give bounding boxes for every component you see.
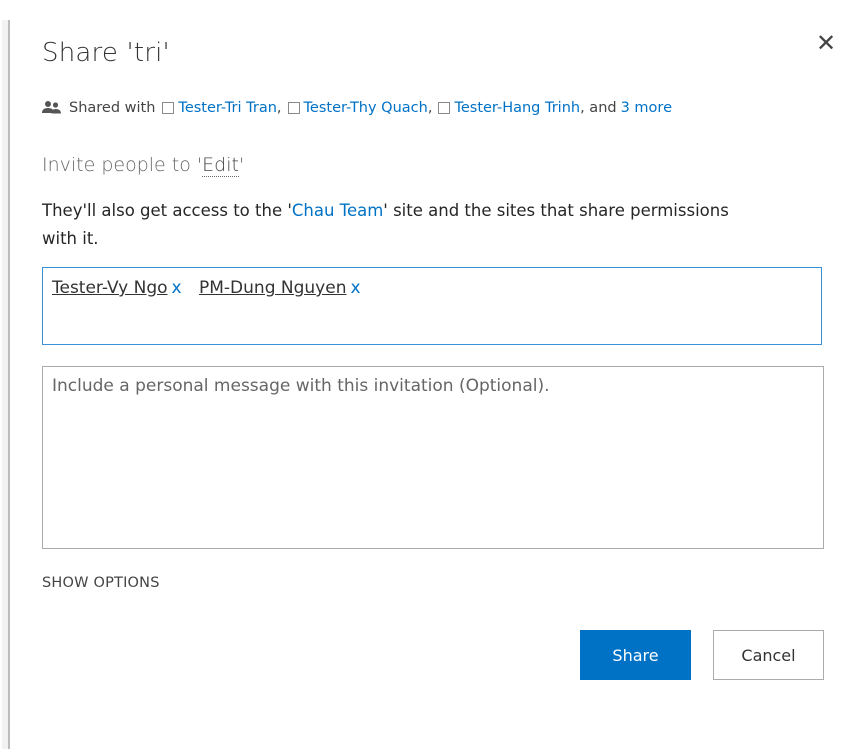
person-chip: PM-Dung Nguyen x xyxy=(199,278,361,298)
person-chip-name[interactable]: Tester-Vy Ngo xyxy=(52,278,168,298)
permission-dropdown[interactable]: Edit xyxy=(202,154,239,177)
shared-with-label: Shared with xyxy=(69,100,156,116)
dialog-title: Share 'tri' xyxy=(42,38,170,68)
invite-suffix: ' xyxy=(238,154,245,176)
remove-person-icon[interactable]: x xyxy=(350,278,360,298)
person-chip-name[interactable]: PM-Dung Nguyen xyxy=(199,278,346,298)
separator: , and xyxy=(580,100,617,116)
separator: , xyxy=(276,100,282,116)
site-link[interactable]: Chau Team xyxy=(292,201,383,220)
personal-message-input[interactable] xyxy=(42,366,824,549)
people-picker-input[interactable]: Tester-Vy Ngo x PM-Dung Nguyen x xyxy=(42,267,822,345)
person-checkbox[interactable] xyxy=(162,102,175,114)
more-people-link[interactable]: 3 more xyxy=(621,100,672,116)
access-note-before: They'll also get access to the ' xyxy=(42,201,292,220)
separator: , xyxy=(427,100,433,116)
person-checkbox[interactable] xyxy=(438,102,451,114)
shared-person-link[interactable]: Tester-Thy Quach xyxy=(304,100,428,116)
invite-prefix: Invite people to ' xyxy=(42,154,203,176)
window-edge xyxy=(2,20,10,749)
share-dialog: Share 'tri' ✕ Shared with Tester-Tri Tra… xyxy=(0,0,845,749)
share-button[interactable]: Share xyxy=(580,630,691,680)
person-chip: Tester-Vy Ngo x xyxy=(52,278,182,298)
access-note: They'll also get access to the 'Chau Tea… xyxy=(42,197,742,253)
shared-person-link[interactable]: Tester-Hang Trinh xyxy=(454,100,580,116)
people-icon xyxy=(42,101,61,114)
cancel-button[interactable]: Cancel xyxy=(713,630,824,680)
invite-label: Invite people to 'Edit' xyxy=(42,154,245,177)
shared-person-link[interactable]: Tester-Tri Tran xyxy=(178,100,277,116)
shared-with-row: Shared with Tester-Tri Tran , Tester-Thy… xyxy=(42,100,672,116)
person-checkbox[interactable] xyxy=(287,102,300,114)
remove-person-icon[interactable]: x xyxy=(172,278,182,298)
close-icon[interactable]: ✕ xyxy=(811,29,841,59)
show-options-link[interactable]: SHOW OPTIONS xyxy=(42,575,160,591)
